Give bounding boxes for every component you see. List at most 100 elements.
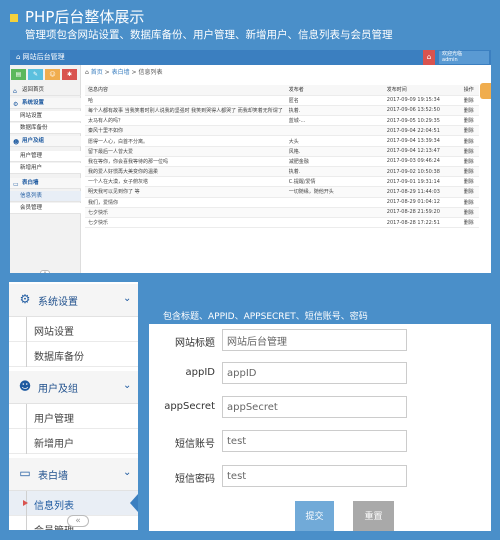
delete-link[interactable]: 删除 [460,105,479,117]
delete-link[interactable]: 删除 [460,207,479,218]
admin-logo: ⌂ 网站后台管理 [16,53,65,61]
delete-link[interactable]: 删除 [460,186,479,198]
delete-link[interactable]: 删除 [460,115,479,127]
sidebar-item[interactable]: ⌂ 返回首页 [10,85,81,96]
chart-icon[interactable]: ▤ [11,69,26,80]
field-input[interactable] [222,329,407,351]
cell-time: 2017-08-28 17:22:51 [383,217,461,229]
users-icon[interactable]: ☺ [45,69,60,80]
sidebar-item[interactable]: 新增用户 [10,163,81,174]
sidebar-item-label: 用户及组 [22,138,45,144]
cell-author: 匿名 [285,95,384,106]
pencil-icon[interactable]: ✎ [28,69,43,80]
home-icon[interactable]: ⌂ [423,50,435,65]
sidebar-item[interactable]: 信息列表 [9,491,138,516]
home-icon: ⌂ [13,88,17,95]
settings-tab[interactable] [480,83,491,99]
sidebar-item-label: 数据库备份 [34,352,84,363]
cell-content: 每个人都有故事 当我笑着时别人说我的坚强时 我笑到哭得人都哭了 而我却笑着无所谓… [85,105,286,117]
field-label: 短信密码 [175,474,215,485]
banner-subtitle: 管理项包含网站设置、数据库备份、用户管理、新增用户、信息列表与会员管理 [25,29,393,41]
sidebar-group[interactable]: ⚙ 系统设置 ⌄ [9,284,138,317]
cell-content: 愿得一人心，白首不分离。 [85,135,286,147]
sidebar-group[interactable]: ▭ 表白墙 ⌄ [9,458,138,491]
gear-icon: ⚙ [19,292,31,306]
delete-link[interactable]: 删除 [460,217,479,229]
delete-link[interactable]: 删除 [460,176,479,188]
admin-preview: ⌂ 网站后台管理 ⌂ 欢迎光临 admin ▤ ✎ ☺ ✱ ⌂ 返回首页 ⚙ 系统设置… [10,50,491,273]
cell-content: 留下最后一人曾大爱 [85,146,286,157]
sidebar-item-label: 数据库备份 [20,125,48,131]
sidebar-item[interactable]: ▭ 表白墙 [10,178,81,189]
chevron-down-icon: ⌄ [123,467,132,478]
cell-author [285,125,384,137]
reset-button[interactable]: 重置 [353,501,394,531]
cell-time: 2017-08-29 01:04:12 [383,197,461,208]
col-time: 发布时间 [383,85,461,96]
table-row: 秦风十里不如你 2017-09-04 22:04:51 删除 [85,125,479,137]
delete-link[interactable]: 删除 [460,166,479,178]
field-input[interactable] [222,430,407,452]
delete-link[interactable]: 删除 [460,125,479,137]
cell-author [285,217,384,229]
cell-time: 2017-09-01 19:31:14 [383,176,461,188]
cell-author [285,207,384,218]
table-row: 七夕快乐 2017-08-28 17:22:51 删除 [85,217,479,229]
delete-link[interactable]: 删除 [460,197,479,208]
cell-content: 秦风十里不如你 [85,125,286,137]
sidebar-item[interactable]: ⚙ 系统设置 [10,98,81,109]
active-arrow [130,494,138,512]
sidebar-item[interactable]: 信息列表 [10,191,81,202]
cell-time: 2017-09-04 13:39:34 [383,135,461,147]
sidebar-item-label: 表白墙 [22,180,39,186]
gear-icon: ⚙ [13,101,19,108]
sidebar-item-label: 新增用户 [34,439,74,450]
sidebar-item[interactable]: 网站设置 [9,317,138,342]
sidebar-item-label: 信息列表 [20,193,43,199]
admin-sidebar: ▤ ✎ ☺ ✱ ⌂ 返回首页 ⚙ 系统设置网站设置数据库备份 ☻ 用户及组用户管理 新增用户… [10,65,81,273]
chevron-down-icon: ⌄ [123,380,132,391]
sidebar-item[interactable]: 数据库备份 [10,123,81,134]
breadcrumb-home[interactable]: 首页 [91,69,103,76]
sidebar-collapse-button[interactable]: « [40,270,50,273]
breadcrumb-section[interactable]: 表白墙 [112,69,130,76]
sidebar-item[interactable]: 用户管理 [9,404,138,429]
sidebar-item[interactable]: ☻ 用户及组 [10,136,81,147]
cell-content: 明天我可以见到你了 等 [85,186,286,198]
sidebar-group-label: 系统设置 [38,297,78,308]
cell-author: 减肥金融 [285,156,384,168]
sidebar-item[interactable]: 新增用户 [9,429,138,454]
field-input[interactable] [222,362,407,384]
form-caption: 包含标题、APPID、APPSECRET、短信账号、密码 [163,312,368,322]
field-input[interactable] [222,465,407,487]
sidebar-item-label: 返回首页 [22,87,45,93]
cell-author: 执着. [285,166,384,178]
field-label: appSecret [164,401,215,412]
submit-button[interactable]: 提交 [295,501,334,531]
sidebar-zoom: ⚙系统设置⌄网站设置数据库备份☻用户及组⌄用户管理新增用户▭表白墙⌄信息列表会员… [9,282,138,530]
cell-time: 2017-09-06 13:52:50 [383,105,461,117]
cell-content: 我的爱人好惯再大美变你的温柔 [85,166,286,178]
cell-author [285,197,384,208]
cell-content: 太马有人的吗？ [85,115,286,127]
users-icon: ☻ [13,139,20,146]
table-row: 我们，爱情你 2017-08-29 01:04:12 删除 [85,197,479,208]
sidebar-item[interactable]: 数据库备份 [9,342,138,367]
delete-link[interactable]: 删除 [460,146,479,157]
sidebar-group[interactable]: ☻ 用户及组 ⌄ [9,371,138,404]
cell-author: 风格. [285,146,384,157]
monitor-icon: ▭ [13,181,19,188]
table-row: 愿得一人心，白首不分离。 大头 2017-09-04 13:39:34 删除 [85,135,479,147]
user-menu[interactable]: 欢迎光临 admin [439,51,489,64]
delete-link[interactable]: 删除 [460,156,479,168]
cell-author: 一切随缘，随他开头 [285,186,384,198]
delete-link[interactable]: 删除 [460,135,479,147]
sidebar-item[interactable]: 会员管理 [10,203,81,214]
cell-time: 2017-08-28 21:59:20 [383,207,461,218]
double-chevron-left-icon[interactable]: « [67,515,89,527]
sidebar-item[interactable]: 用户管理 [10,151,81,162]
sidebar-item[interactable]: 网站设置 [10,111,81,122]
delete-link[interactable]: 删除 [460,95,479,106]
field-input[interactable] [222,396,407,418]
share-icon[interactable]: ✱ [62,69,77,80]
